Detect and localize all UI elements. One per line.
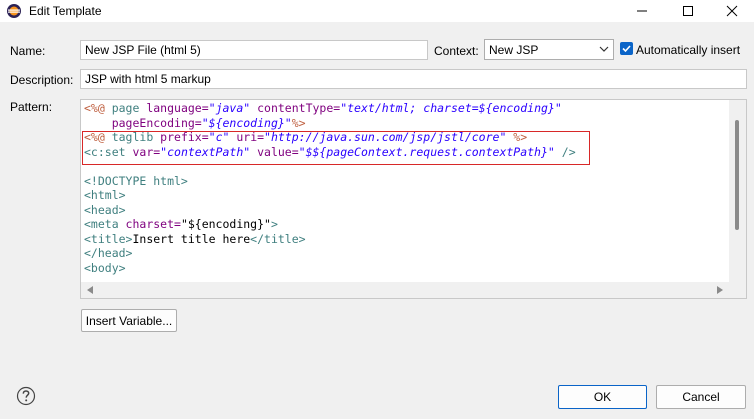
code-line: </head>: [84, 246, 133, 260]
insert-variable-button[interactable]: Insert Variable...: [81, 309, 177, 332]
highlight-box: [82, 131, 590, 165]
help-icon[interactable]: [16, 386, 36, 406]
cancel-button[interactable]: Cancel: [656, 385, 746, 409]
context-select-value: New JSP: [489, 43, 539, 57]
close-icon: [726, 5, 738, 17]
name-input[interactable]: New JSP File (html 5): [80, 40, 428, 60]
pattern-label: Pattern:: [10, 100, 53, 114]
ok-button[interactable]: OK: [558, 385, 647, 409]
vertical-scrollbar[interactable]: [729, 100, 746, 283]
horizontal-scrollbar[interactable]: [81, 282, 746, 298]
minimize-button[interactable]: [620, 0, 664, 22]
name-label: Name:: [10, 44, 46, 58]
eclipse-app-icon: [7, 4, 21, 18]
code-line: <body>: [84, 260, 126, 275]
code-line: <title>Insert title here</title>: [84, 231, 306, 246]
automatically-insert-checkbox[interactable]: [620, 42, 633, 55]
pattern-editor[interactable]: <%@ page language="java" contentType="te…: [80, 99, 747, 299]
automatically-insert-label[interactable]: Automatically insert: [636, 43, 740, 57]
checkmark-icon: [622, 45, 631, 53]
maximize-button[interactable]: [666, 0, 710, 22]
code-line: <%@ page language="java" contentType="te…: [84, 101, 562, 115]
code-line: <html>: [84, 188, 126, 202]
maximize-icon: [683, 6, 693, 16]
scroll-left-icon[interactable]: [87, 286, 93, 294]
code-line: <!DOCTYPE html>: [84, 173, 188, 188]
context-label: Context:: [434, 44, 479, 58]
description-label: Description:: [10, 73, 74, 87]
close-button[interactable]: [710, 0, 754, 22]
vertical-scroll-thumb[interactable]: [735, 120, 739, 230]
chevron-down-icon: [599, 46, 609, 52]
pattern-code[interactable]: <%@ page language="java" contentType="te…: [84, 101, 576, 275]
scroll-right-icon[interactable]: [717, 286, 723, 294]
code-line: pageEncoding="${encoding}"%>: [111, 115, 306, 130]
code-line: <meta charset="${encoding}">: [84, 217, 278, 231]
window-title: Edit Template: [29, 4, 102, 18]
minimize-icon: [637, 10, 647, 12]
context-select[interactable]: New JSP: [484, 39, 614, 60]
description-input[interactable]: JSP with html 5 markup: [80, 69, 747, 89]
code-line: <head>: [84, 202, 126, 217]
title-bar: Edit Template: [0, 0, 754, 22]
